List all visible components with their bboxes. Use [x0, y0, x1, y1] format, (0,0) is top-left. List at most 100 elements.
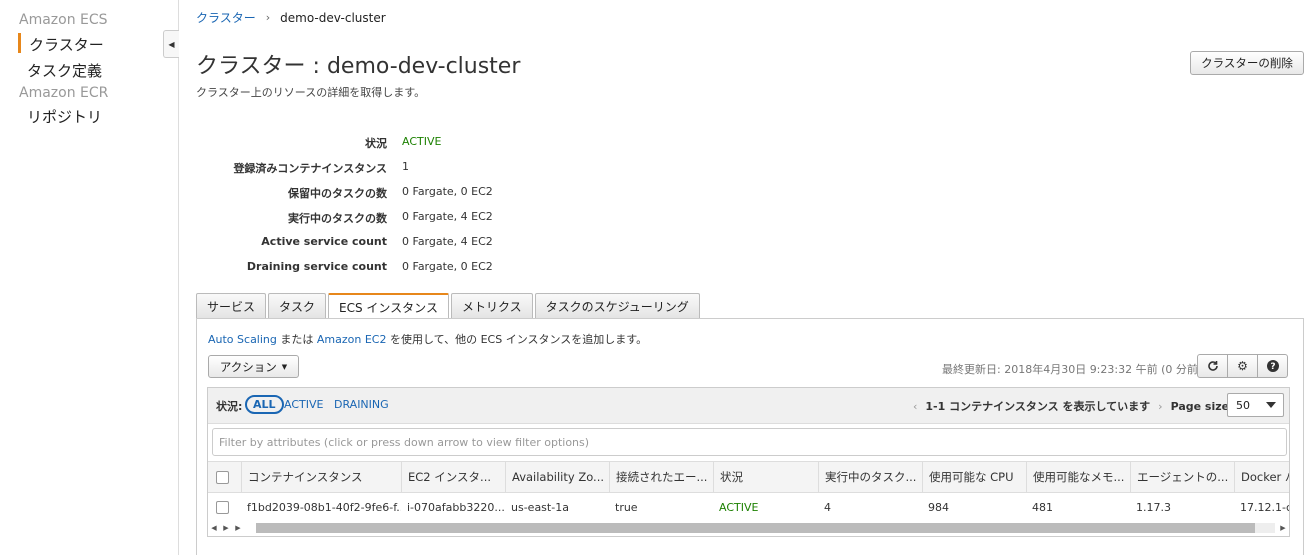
- detail-row-registered-instances: 登録済みコンテナインスタンス 1: [196, 160, 536, 176]
- scrollbar-thumb[interactable]: [256, 523, 1255, 533]
- detail-row-status: 状況 ACTIVE: [196, 135, 536, 151]
- scroll-right-end-icon[interactable]: ▶: [232, 524, 244, 532]
- column-header[interactable]: コンテナインスタンス: [241, 462, 401, 492]
- attribute-filter-input[interactable]: Filter by attributes (click or press dow…: [212, 428, 1287, 456]
- page-size-value: 50: [1236, 398, 1250, 412]
- prev-page-icon[interactable]: ‹: [913, 400, 917, 413]
- sidebar: Amazon ECS クラスター タスク定義 Amazon ECR リポジトリ …: [0, 0, 179, 555]
- sidebar-section-ecr: Amazon ECR: [19, 85, 109, 101]
- column-header[interactable]: エージェントの...: [1130, 462, 1234, 492]
- agent-version-cell: 1.17.3: [1136, 500, 1171, 514]
- tab-services[interactable]: サービス: [196, 293, 267, 318]
- container-instance-link[interactable]: f1bd2039-08b1-40f2-9fe6-f...: [241, 494, 401, 520]
- page-size-select[interactable]: 50: [1227, 393, 1284, 417]
- filter-all[interactable]: ALL: [245, 395, 284, 414]
- horizontal-scrollbar[interactable]: ◀ ▶ ▶ ▶: [208, 521, 1289, 535]
- detail-value: ACTIVE: [402, 135, 442, 148]
- sidebar-collapse-button[interactable]: ◀: [163, 30, 179, 58]
- status-filter-label: 状況:: [216, 400, 243, 413]
- toolbar-icon-group: ⚙ ?: [1197, 354, 1288, 378]
- page-size-label: Page size: [1170, 399, 1230, 413]
- detail-value: 0 Fargate, 4 EC2: [402, 235, 493, 248]
- column-header[interactable]: EC2 インスタ...: [401, 462, 505, 492]
- next-page-icon[interactable]: ›: [1158, 400, 1162, 413]
- table-row: f1bd2039-08b1-40f2-9fe6-f... i-070afabb3…: [208, 494, 1289, 520]
- available-memory-cell: 481: [1032, 500, 1053, 514]
- available-cpu-cell: 984: [928, 500, 949, 514]
- column-header[interactable]: Availability Zo...: [505, 462, 609, 492]
- sidebar-item-clusters[interactable]: クラスター: [29, 34, 104, 55]
- detail-row-active-services: Active service count 0 Fargate, 4 EC2: [196, 235, 536, 251]
- row-checkbox[interactable]: [216, 501, 229, 514]
- refresh-icon: [1207, 361, 1218, 371]
- help-icon: ?: [1266, 360, 1279, 372]
- chevron-right-icon: ›: [265, 11, 271, 24]
- filter-draining[interactable]: DRAINING: [334, 398, 389, 411]
- column-header[interactable]: 使用可能なメモ...: [1026, 462, 1130, 492]
- sidebar-item-task-definitions[interactable]: タスク定義: [27, 60, 102, 81]
- tab-ecs-instances[interactable]: ECS インスタンス: [328, 293, 449, 319]
- breadcrumb: クラスター › demo-dev-cluster: [196, 9, 386, 26]
- agent-connected-cell: true: [615, 500, 638, 514]
- table-header: コンテナインスタンス EC2 インスタ... Availability Zo..…: [208, 461, 1289, 493]
- filter-bar: 状況: ALL ACTIVE DRAINING ‹ 1-1 コンテナインスタンス…: [208, 388, 1289, 424]
- help-button[interactable]: ?: [1257, 354, 1288, 378]
- column-header[interactable]: Docker バ: [1234, 462, 1289, 492]
- page-subtitle: クラスター上のリソースの詳細を取得します。: [196, 86, 426, 99]
- caret-down-icon: ▼: [281, 362, 288, 371]
- tab-tasks[interactable]: タスク: [268, 293, 327, 318]
- scrollbar-track[interactable]: [256, 523, 1275, 533]
- detail-value: 0 Fargate, 4 EC2: [402, 210, 493, 223]
- pagination-text: 1-1 コンテナインスタンス を表示しています: [925, 400, 1151, 413]
- ec2-instance-link[interactable]: i-070afabb3220...: [401, 494, 505, 520]
- detail-row-pending-tasks: 保留中のタスクの数 0 Fargate, 0 EC2: [196, 185, 536, 201]
- detail-row-draining-services: Draining service count 0 Fargate, 0 EC2: [196, 260, 536, 276]
- breadcrumb-clusters-link[interactable]: クラスター: [196, 9, 256, 26]
- info-text-rest: を使用して、他の ECS インスタンスを追加します。: [386, 333, 648, 346]
- add-instances-info: Auto Scaling または Amazon EC2 を使用して、他の ECS…: [208, 331, 647, 347]
- scroll-left-icon[interactable]: ▶: [220, 524, 232, 532]
- pagination: ‹ 1-1 コンテナインスタンス を表示しています › Page size: [913, 398, 1229, 414]
- detail-label: Draining service count: [246, 260, 387, 273]
- page-title: クラスター : demo-dev-cluster: [196, 54, 521, 79]
- column-header[interactable]: 接続されたエー...: [609, 462, 713, 492]
- amazon-ec2-link[interactable]: Amazon EC2: [317, 333, 387, 346]
- scroll-right-icon[interactable]: ▶: [1277, 524, 1289, 532]
- tab-bar: サービス タスク ECS インスタンス メトリクス タスクのスケジューリング: [196, 293, 702, 319]
- running-tasks-cell: 4: [824, 500, 831, 514]
- settings-button[interactable]: ⚙: [1227, 354, 1258, 378]
- detail-label: 状況: [365, 137, 387, 150]
- select-all-checkbox[interactable]: [216, 471, 229, 484]
- sidebar-item-repositories[interactable]: リポジトリ: [27, 106, 102, 127]
- actions-label: アクション: [219, 359, 277, 374]
- last-updated-text: 最終更新日: 2018年4月30日 9:23:32 午前 (0 分前): [942, 363, 1203, 376]
- docker-version-cell: 17.12.1-ce: [1240, 500, 1289, 514]
- tab-scheduled-tasks[interactable]: タスクのスケジューリング: [534, 293, 700, 318]
- caret-down-icon: [1266, 402, 1276, 408]
- auto-scaling-link[interactable]: Auto Scaling: [208, 333, 277, 346]
- column-header[interactable]: 使用可能な CPU: [922, 462, 1026, 492]
- actions-dropdown-button[interactable]: アクション ▼: [208, 355, 299, 378]
- info-text-or: または: [276, 333, 317, 346]
- sidebar-section-ecs: Amazon ECS: [19, 12, 108, 28]
- chevron-left-icon: ◀: [168, 39, 175, 49]
- instances-table: 状況: ALL ACTIVE DRAINING ‹ 1-1 コンテナインスタンス…: [207, 387, 1290, 537]
- delete-cluster-button[interactable]: クラスターの削除: [1190, 51, 1304, 75]
- scroll-left-end-icon[interactable]: ◀: [208, 524, 220, 532]
- tab-metrics[interactable]: メトリクス: [450, 293, 533, 318]
- sidebar-active-indicator: [18, 33, 21, 53]
- refresh-button[interactable]: [1197, 354, 1228, 378]
- availability-zone-cell: us-east-1a: [511, 500, 569, 514]
- status-cell: ACTIVE: [719, 500, 759, 514]
- breadcrumb-current: demo-dev-cluster: [280, 10, 386, 25]
- svg-text:?: ?: [1270, 362, 1275, 372]
- detail-value: 0 Fargate, 0 EC2: [402, 185, 493, 198]
- filter-active[interactable]: ACTIVE: [284, 398, 323, 411]
- detail-row-running-tasks: 実行中のタスクの数 0 Fargate, 4 EC2: [196, 210, 536, 226]
- detail-label: 保留中のタスクの数: [288, 187, 387, 200]
- detail-value: 0 Fargate, 0 EC2: [402, 260, 493, 273]
- column-header[interactable]: 実行中のタスク...: [818, 462, 922, 492]
- detail-value: 1: [402, 160, 409, 173]
- column-header[interactable]: 状況: [713, 462, 818, 492]
- detail-label: 実行中のタスクの数: [288, 212, 387, 225]
